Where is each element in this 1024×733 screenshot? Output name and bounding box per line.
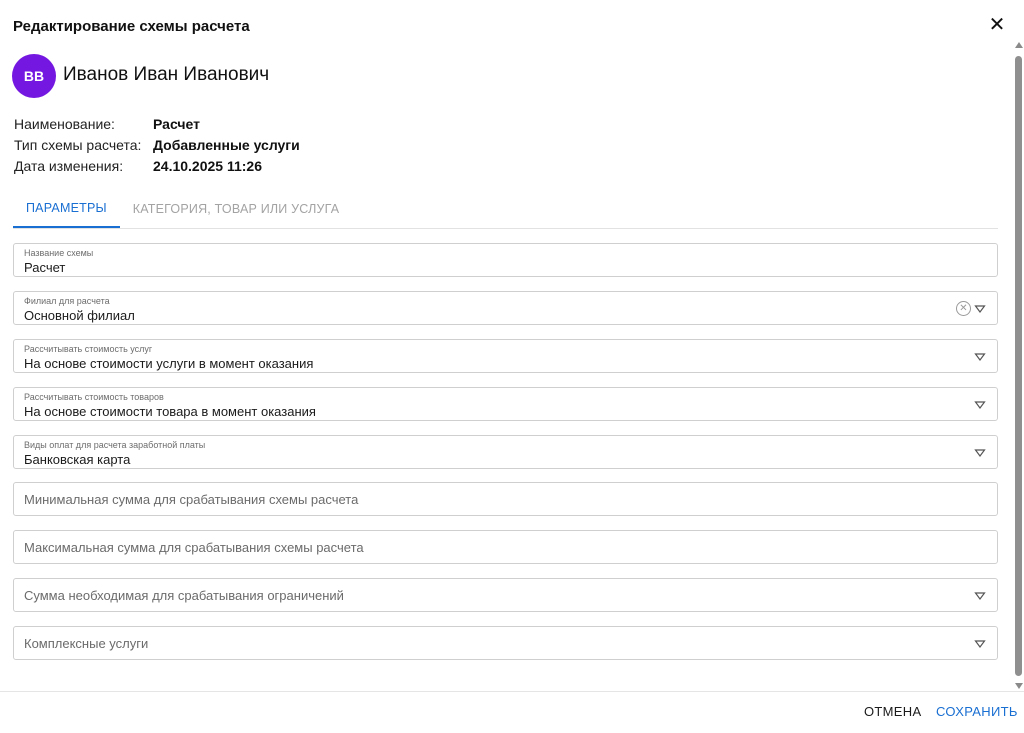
info-block: Наименование: Расчет Тип схемы расчета: … — [14, 113, 300, 176]
info-value: 24.10.2025 11:26 — [153, 157, 262, 174]
field-value: На основе стоимости товара в момент оказ… — [24, 404, 316, 419]
info-value: Добавленные услуги — [153, 136, 300, 153]
complex-services-select[interactable]: Комплексные услуги — [13, 626, 998, 660]
scroll-up-arrow-icon[interactable] — [1015, 42, 1023, 48]
chevron-down-icon[interactable] — [974, 304, 986, 314]
field-label: Название схемы — [24, 248, 94, 258]
field-label: Виды оплат для расчета заработной платы — [24, 440, 206, 450]
info-value: Расчет — [153, 115, 200, 132]
user-name: Иванов Иван Иванович — [63, 64, 270, 85]
field-placeholder: Сумма необходимая для срабатывания огран… — [24, 588, 344, 603]
service-cost-select[interactable]: Рассчитывать стоимость услуг На основе с… — [13, 339, 998, 373]
tab-bar: ПАРАМЕТРЫ КАТЕГОРИЯ, ТОВАР ИЛИ УСЛУГА — [13, 190, 998, 229]
field-placeholder: Максимальная сумма для срабатывания схем… — [24, 540, 364, 555]
tab-category-product-service[interactable]: КАТЕГОРИЯ, ТОВАР ИЛИ УСЛУГА — [120, 190, 353, 228]
dialog-title: Редактирование схемы расчета — [13, 18, 250, 35]
max-sum-field[interactable]: Максимальная сумма для срабатывания схем… — [13, 530, 998, 564]
scheme-name-field[interactable]: Название схемы Расчет — [13, 243, 998, 277]
limit-sum-select[interactable]: Сумма необходимая для срабатывания огран… — [13, 578, 998, 612]
field-value: На основе стоимости услуги в момент оказ… — [24, 356, 314, 371]
footer-divider — [0, 691, 1024, 692]
payment-types-select[interactable]: Виды оплат для расчета заработной платы … — [13, 435, 998, 469]
field-value: Расчет — [24, 260, 66, 275]
cancel-button[interactable]: ОТМЕНА — [864, 704, 921, 719]
field-placeholder: Комплексные услуги — [24, 636, 149, 651]
avatar: ВВ — [12, 54, 56, 98]
field-label: Рассчитывать стоимость услуг — [24, 344, 153, 354]
field-value: Банковская карта — [24, 452, 131, 467]
chevron-down-icon[interactable] — [974, 448, 986, 458]
close-icon[interactable]: ✕ — [986, 14, 1008, 36]
chevron-down-icon[interactable] — [974, 352, 986, 362]
save-button[interactable]: СОХРАНИТЬ — [936, 704, 1018, 719]
scroll-down-arrow-icon[interactable] — [1015, 683, 1023, 689]
info-row-type: Тип схемы расчета: Добавленные услуги — [14, 134, 300, 155]
chevron-down-icon[interactable] — [974, 591, 986, 601]
info-row-name: Наименование: Расчет — [14, 113, 300, 134]
info-label: Наименование: — [14, 115, 115, 132]
scrollbar-thumb[interactable] — [1015, 56, 1022, 676]
min-sum-field[interactable]: Минимальная сумма для срабатывания схемы… — [13, 482, 998, 516]
branch-select[interactable]: Филиал для расчета Основной филиал ✕ — [13, 291, 998, 325]
info-label: Дата изменения: — [14, 157, 124, 174]
info-label: Тип схемы расчета: — [14, 136, 142, 153]
chevron-down-icon[interactable] — [974, 400, 986, 410]
field-label: Рассчитывать стоимость товаров — [24, 392, 164, 402]
field-label: Филиал для расчета — [24, 296, 110, 306]
field-placeholder: Минимальная сумма для срабатывания схемы… — [24, 492, 359, 507]
scrollbar[interactable] — [1013, 42, 1024, 692]
tab-parameters[interactable]: ПАРАМЕТРЫ — [13, 190, 120, 228]
goods-cost-select[interactable]: Рассчитывать стоимость товаров На основе… — [13, 387, 998, 421]
chevron-down-icon[interactable] — [974, 639, 986, 649]
info-row-date: Дата изменения: 24.10.2025 11:26 — [14, 155, 300, 176]
field-value: Основной филиал — [24, 308, 135, 323]
clear-icon[interactable]: ✕ — [956, 301, 971, 316]
